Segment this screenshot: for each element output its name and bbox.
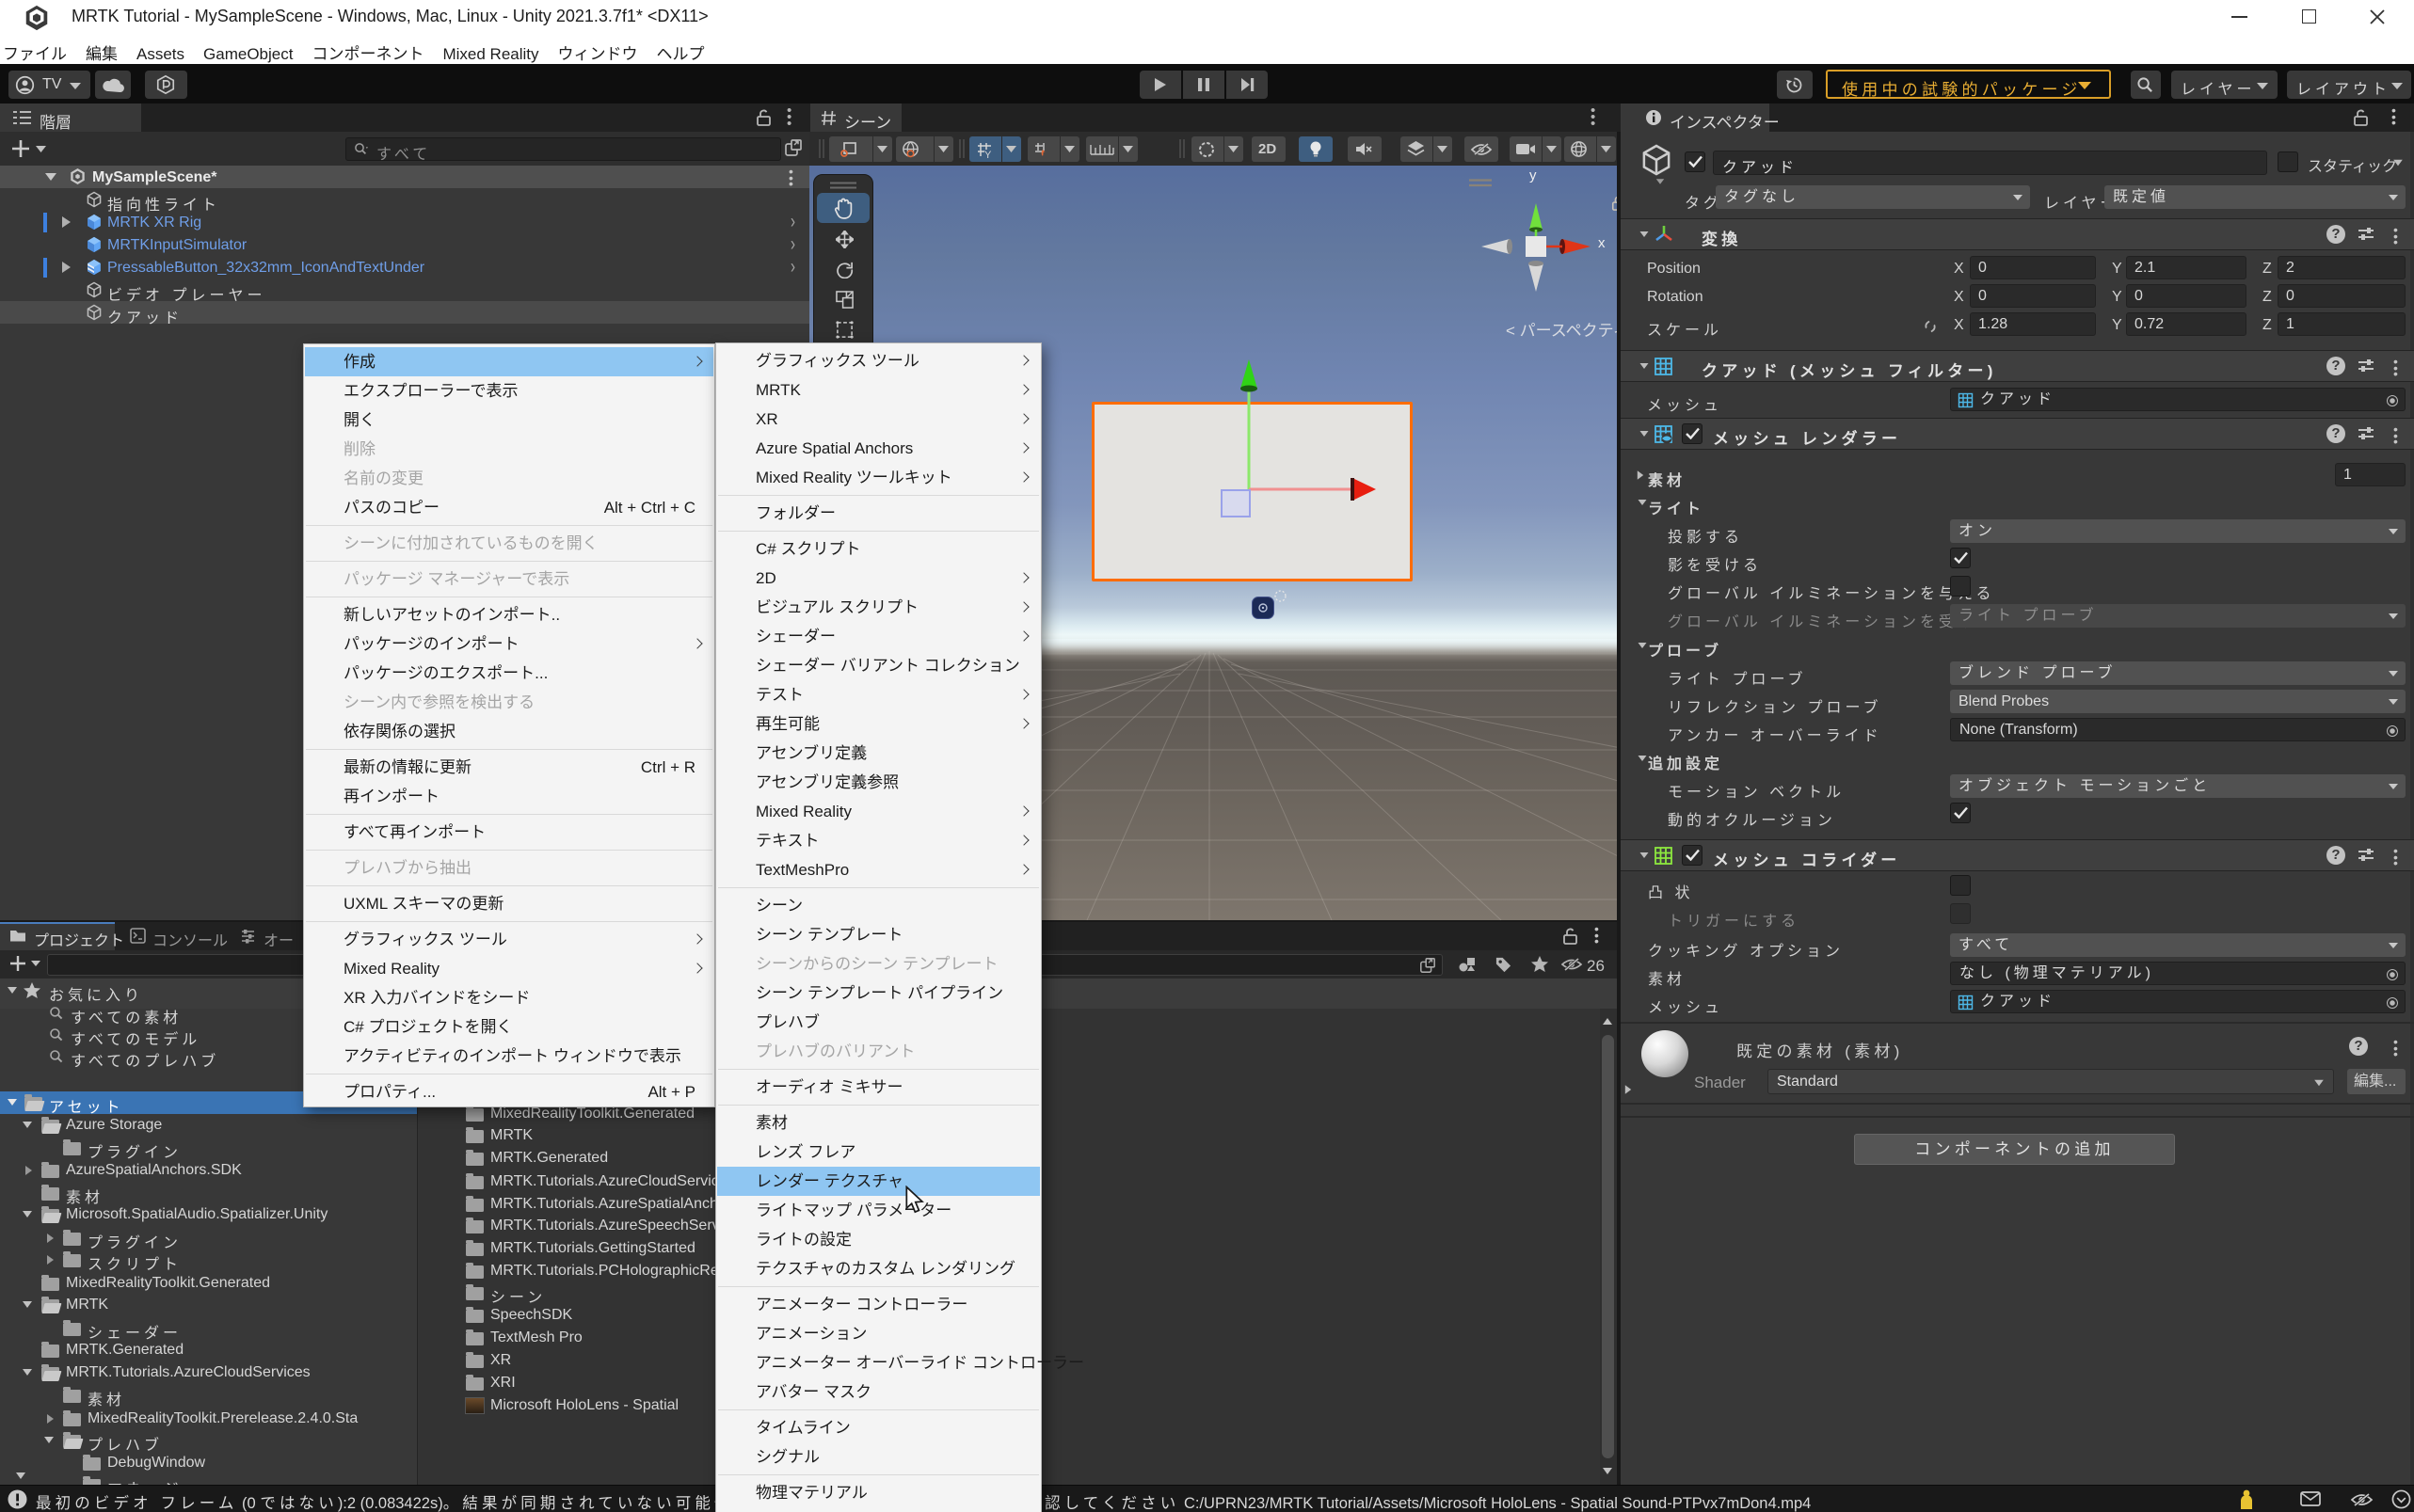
svg-text:Y: Y <box>984 150 992 158</box>
